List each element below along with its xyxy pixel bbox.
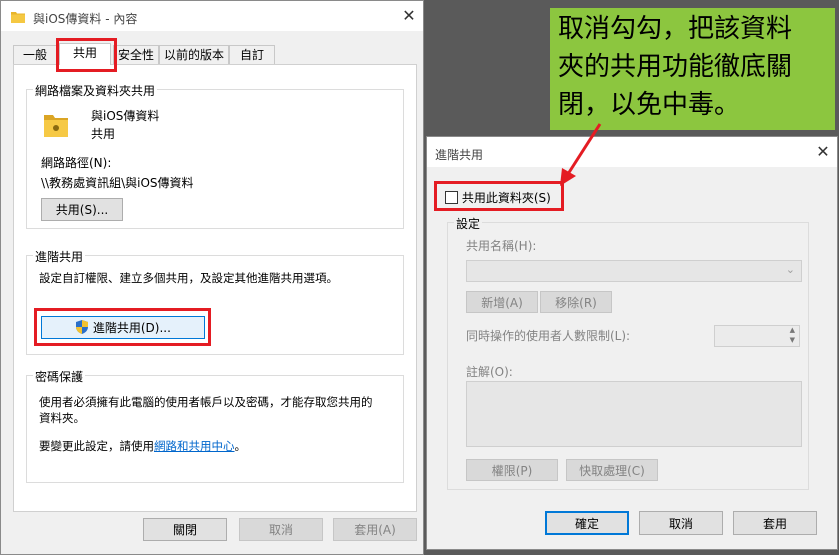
spinner-down-icon[interactable]: ▼ [790,336,795,344]
comment-label: 註解(O): [466,365,513,379]
apply-button[interactable]: 套用(A) [333,518,417,541]
tab-security[interactable]: 安全性 [113,45,159,65]
share-button[interactable]: 共用(S)... [41,198,123,221]
share-folder-checkbox-label: 共用此資料夾(S) [461,191,551,205]
network-sharing-group-label: 網路檔案及資料夾共用 [33,82,158,99]
cancel-button[interactable]: 取消 [239,518,323,541]
share-folder-checkbox-row[interactable]: 共用此資料夾(S) [445,189,551,205]
user-limit-spinner[interactable]: ▲ ▼ [714,325,800,347]
tab-customize[interactable]: 自訂 [229,45,275,65]
properties-window: 與iOS傳資料 - 內容 ✕ 一般 共用 安全性 以前的版本 自訂 網路檔案及資… [0,0,424,555]
network-path-label: 網路路徑(N): [41,156,112,170]
annotation-line1: 取消勾勾，把該資料 [558,14,793,44]
share-status: 共用 [91,127,116,141]
add-button[interactable]: 新增(A) [466,291,538,313]
remove-button[interactable]: 移除(R) [540,291,612,313]
share-name-dropdown[interactable]: ⌄ [466,260,802,282]
folder-icon [44,115,68,137]
change-setting-text: 要變更此設定，請使用網路和共用中心。 [39,438,246,454]
tab-sharing[interactable]: 共用 [59,43,111,65]
advanced-sharing-dialog-title: 進階共用 [435,148,484,162]
annotation-line3: 閉，以免中毒。 [558,90,741,120]
spinner-up-icon[interactable]: ▲ [790,326,795,334]
network-sharing-group: 網路檔案及資料夾共用 與iOS傳資料 共用 網路路徑(N): \\教務處資訊組\… [26,82,404,229]
properties-titlebar: 與iOS傳資料 - 內容 ✕ [1,1,423,31]
change-setting-suffix: 。 [234,439,247,453]
password-description-line1: 使用者必須擁有此電腦的使用者帳戶以及密碼，才能存取您共用的 [39,395,373,409]
advanced-sharing-button[interactable]: 進階共用(D)... [41,316,205,339]
close-icon[interactable]: ✕ [399,6,419,26]
dialog-cancel-button[interactable]: 取消 [639,511,723,535]
change-setting-prefix: 要變更此設定，請使用 [39,439,154,453]
advanced-sharing-titlebar: 進階共用 ✕ [427,137,837,167]
permissions-button[interactable]: 權限(P) [466,459,558,481]
password-protection-group-label: 密碼保護 [33,368,86,385]
tab-general[interactable]: 一般 [13,45,57,65]
user-limit-label: 同時操作的使用者人數限制(L): [466,329,631,343]
annotation-callout: 取消勾勾，把該資料 夾的共用功能徹底關 閉，以免中毒。 [550,8,835,130]
advanced-sharing-group-label: 進階共用 [33,248,86,265]
tab-previous-versions[interactable]: 以前的版本 [159,45,229,65]
comment-textarea[interactable] [466,381,802,447]
settings-group-label: 設定 [454,215,483,232]
sharing-tab-panel: 網路檔案及資料夾共用 與iOS傳資料 共用 網路路徑(N): \\教務處資訊組\… [13,64,417,512]
advanced-sharing-group: 進階共用 設定自訂權限、建立多個共用，及設定其他進階共用選項。 進階共用(D).… [26,248,404,355]
settings-group: 設定 共用名稱(H): ⌄ 新增(A) 移除(R) 同時操作的使用者人數限制(L… [447,215,809,490]
network-sharing-center-link[interactable]: 網路和共用中心 [154,439,235,453]
dialog-apply-button[interactable]: 套用 [733,511,817,535]
shield-icon [76,320,89,334]
advanced-sharing-description: 設定自訂權限、建立多個共用，及設定其他進階共用選項。 [39,271,338,285]
advanced-sharing-dialog: 進階共用 ✕ 共用此資料夾(S) 設定 共用名稱(H): ⌄ 新增(A) 移除(… [426,136,838,550]
share-name-label: 共用名稱(H): [466,239,537,253]
share-folder-checkbox[interactable] [445,191,458,204]
annotation-line2: 夾的共用功能徹底關 [558,52,793,82]
network-path-value: \\教務處資訊組\與iOS傳資料 [41,176,194,190]
caching-button[interactable]: 快取處理(C) [566,459,658,481]
password-protection-group: 密碼保護 使用者必須擁有此電腦的使用者帳戶以及密碼，才能存取您共用的 資料夾。 … [26,368,404,483]
folder-name: 與iOS傳資料 [91,109,160,123]
properties-window-title: 與iOS傳資料 - 內容 [33,12,138,26]
chevron-down-icon: ⌄ [785,263,795,276]
ok-button[interactable]: 確定 [545,511,629,535]
close-icon[interactable]: ✕ [813,142,833,162]
folder-icon [11,12,25,23]
close-button[interactable]: 關閉 [143,518,227,541]
advanced-sharing-button-label: 進階共用(D)... [92,321,171,335]
password-description-line2: 資料夾。 [39,411,85,425]
